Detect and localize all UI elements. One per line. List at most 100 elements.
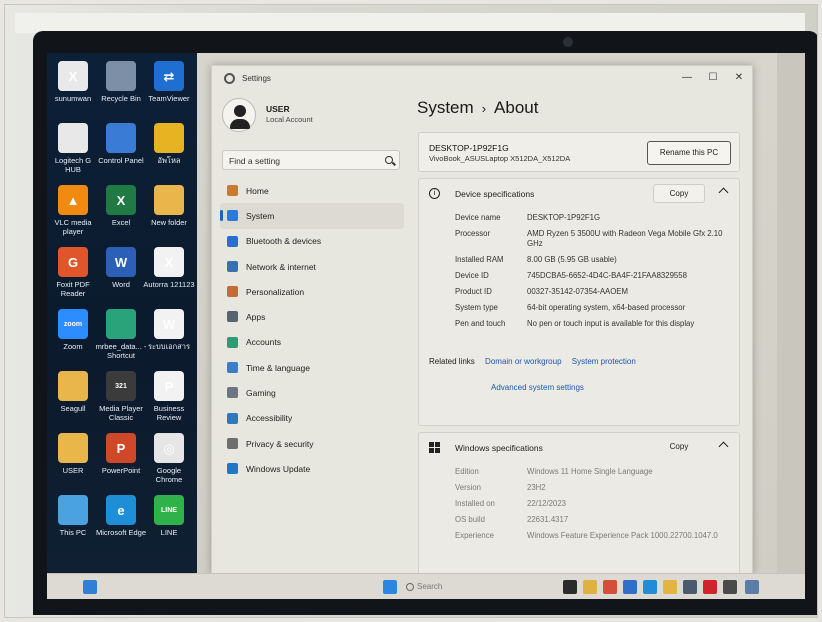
copy-windows-specs-button[interactable]: Copy bbox=[653, 438, 705, 457]
desktop-icon[interactable]: e Microsoft Edge bbox=[95, 495, 147, 537]
search-icon bbox=[385, 156, 393, 164]
desktop-icon[interactable]: zoom Zoom bbox=[47, 309, 99, 351]
desktop-icon[interactable]: อัพโหล bbox=[143, 123, 195, 165]
desktop-icon[interactable]: USER bbox=[47, 433, 99, 475]
desktop-icon[interactable]: ⇄ TeamViewer bbox=[143, 61, 195, 103]
user-profile[interactable]: USER Local Account bbox=[222, 98, 402, 138]
desktop-icon[interactable]: Logitech G HUB bbox=[47, 123, 99, 174]
device-model: VivoBook_ASUSLaptop X512DA_X512DA bbox=[429, 154, 571, 163]
files-icon[interactable] bbox=[723, 580, 737, 594]
spec-value: AMD Ryzen 5 3500U with Radeon Vega Mobil… bbox=[527, 229, 723, 248]
rename-pc-button[interactable]: Rename this PC bbox=[647, 141, 731, 165]
spec-key: Product ID bbox=[455, 287, 492, 296]
opera-icon[interactable] bbox=[703, 580, 717, 594]
system-protection-link[interactable]: System protection bbox=[572, 357, 636, 366]
desktop-icon[interactable]: P Business Review bbox=[143, 371, 195, 422]
file-explorer-icon[interactable] bbox=[583, 580, 597, 594]
windows-spec-rows: Edition Windows 11 Home Single Language Ve… bbox=[455, 467, 735, 547]
desktop-item-label: Zoom bbox=[63, 342, 83, 351]
store-icon[interactable] bbox=[683, 580, 697, 594]
sidebar-item-bluetooth-devices[interactable]: Bluetooth & devices bbox=[220, 229, 404, 254]
desktop-item-icon: W bbox=[154, 309, 184, 339]
taskbar-search[interactable]: Search bbox=[403, 579, 483, 595]
background-window bbox=[15, 13, 805, 33]
spec-key: Experience bbox=[455, 531, 495, 540]
desktop-icon[interactable]: ▲ VLC media player bbox=[47, 185, 99, 236]
desktop-item-label: Logitech G HUB bbox=[54, 156, 92, 174]
desktop: Xsunumwan Recycle Bin ⇄ TeamViewer Logitech … bbox=[47, 53, 197, 573]
desktop-icon[interactable]: Recycle Bin bbox=[95, 61, 147, 103]
desktop-item-icon: LINE bbox=[154, 495, 184, 525]
mail-icon[interactable] bbox=[623, 580, 637, 594]
sidebar-item-gaming[interactable]: Gaming bbox=[220, 380, 404, 405]
desktop-item-label: Google Chrome bbox=[155, 466, 183, 484]
folder-icon[interactable] bbox=[663, 580, 677, 594]
terminal-icon[interactable] bbox=[563, 580, 577, 594]
related-links: Related links Domain or workgroup System… bbox=[429, 357, 729, 366]
desktop-icon[interactable]: W Word bbox=[95, 247, 147, 289]
desktop-icon[interactable]: mrbee_data... - Shortcut bbox=[95, 309, 147, 360]
maximize-button[interactable]: ☐ bbox=[702, 70, 724, 86]
desktop-icon[interactable]: New folder bbox=[143, 185, 195, 227]
desktop-item-icon: X bbox=[154, 247, 184, 277]
sidebar-item-windows-update[interactable]: Windows Update bbox=[220, 456, 404, 481]
desktop-icon[interactable]: W ระบบเอกสาร bbox=[143, 309, 195, 351]
settings-icon[interactable] bbox=[745, 580, 759, 594]
sidebar-item-system[interactable]: System bbox=[220, 203, 404, 229]
desktop-icon[interactable]: ◎ Google Chrome bbox=[143, 433, 195, 484]
desktop-item-label: PowerPoint bbox=[101, 466, 141, 475]
desktop-icon[interactable]: 321 Media Player Classic bbox=[95, 371, 147, 422]
device-specifications-header[interactable]: i Device specifications Copy bbox=[419, 179, 739, 209]
windows-specifications-card: Windows specifications Copy Edition Windo… bbox=[418, 432, 740, 574]
desktop-item-icon: zoom bbox=[58, 309, 88, 339]
edge-icon[interactable] bbox=[643, 580, 657, 594]
desktop-item-label: Control Panel bbox=[98, 156, 144, 165]
sidebar-item-label: Windows Update bbox=[246, 463, 311, 474]
desktop-item-icon bbox=[106, 123, 136, 153]
desktop-icon[interactable]: X Autorra 121123 bbox=[143, 247, 195, 289]
desktop-item-icon: P bbox=[154, 371, 184, 401]
spec-value: 64-bit operating system, x64-based proce… bbox=[527, 303, 686, 312]
sidebar-item-apps[interactable]: Apps bbox=[220, 304, 404, 329]
widgets-icon[interactable] bbox=[83, 580, 97, 594]
sidebar-item-home[interactable]: Home bbox=[220, 178, 404, 203]
desktop-icon[interactable]: X Excel bbox=[95, 185, 147, 227]
chrome-icon[interactable] bbox=[603, 580, 617, 594]
desktop-item-icon: ▲ bbox=[58, 185, 88, 215]
desktop-icon[interactable]: G Foxit PDF Reader bbox=[47, 247, 99, 298]
windows-specifications-header[interactable]: Windows specifications Copy bbox=[419, 433, 739, 463]
search-input[interactable]: Find a setting bbox=[222, 150, 400, 170]
start-icon[interactable] bbox=[383, 580, 397, 594]
sidebar-item-personalization[interactable]: Personalization bbox=[220, 279, 404, 304]
close-button[interactable]: ✕ bbox=[728, 70, 750, 86]
nav-icon bbox=[227, 286, 238, 298]
domain-workgroup-link[interactable]: Domain or workgroup bbox=[485, 357, 561, 366]
minimize-button[interactable]: — bbox=[676, 70, 698, 86]
breadcrumb-system[interactable]: System bbox=[417, 98, 474, 117]
desktop-icon[interactable]: Control Panel bbox=[95, 123, 147, 165]
nav-icon bbox=[227, 185, 238, 196]
desktop-icon[interactable]: This PC bbox=[47, 495, 99, 537]
sidebar-item-time-language[interactable]: Time & language bbox=[220, 355, 404, 380]
sidebar-item-privacy-security[interactable]: Privacy & security bbox=[220, 431, 404, 456]
device-name: DESKTOP-1P92F1G bbox=[429, 143, 509, 153]
sidebar-item-accessibility[interactable]: Accessibility bbox=[220, 406, 404, 431]
desktop-icon[interactable]: Xsunumwan bbox=[47, 61, 99, 103]
copy-device-specs-button[interactable]: Copy bbox=[653, 184, 705, 203]
spec-row: Installed RAM 8.00 GB (5.95 GB usable) bbox=[455, 255, 735, 265]
chevron-up-icon[interactable] bbox=[718, 441, 729, 452]
desktop-item-label: VLC media player bbox=[54, 218, 92, 236]
desktop-icon[interactable]: Seagull bbox=[47, 371, 99, 413]
advanced-system-settings-link[interactable]: Advanced system settings bbox=[491, 383, 584, 392]
sidebar-item-accounts[interactable]: Accounts bbox=[220, 330, 404, 355]
breadcrumb-about: About bbox=[494, 98, 539, 117]
desktop-icon[interactable]: P PowerPoint bbox=[95, 433, 147, 475]
desktop-icon[interactable]: LINE LINE bbox=[143, 495, 195, 537]
chevron-up-icon[interactable] bbox=[718, 187, 729, 198]
nav-icon bbox=[227, 463, 238, 475]
webcam bbox=[563, 37, 573, 47]
desktop-item-icon: ⇄ bbox=[154, 61, 184, 91]
desktop-item-label: Foxit PDF Reader bbox=[56, 280, 90, 298]
sidebar-item-network-internet[interactable]: Network & internet bbox=[220, 254, 404, 279]
sidebar-item-label: Bluetooth & devices bbox=[246, 236, 322, 247]
